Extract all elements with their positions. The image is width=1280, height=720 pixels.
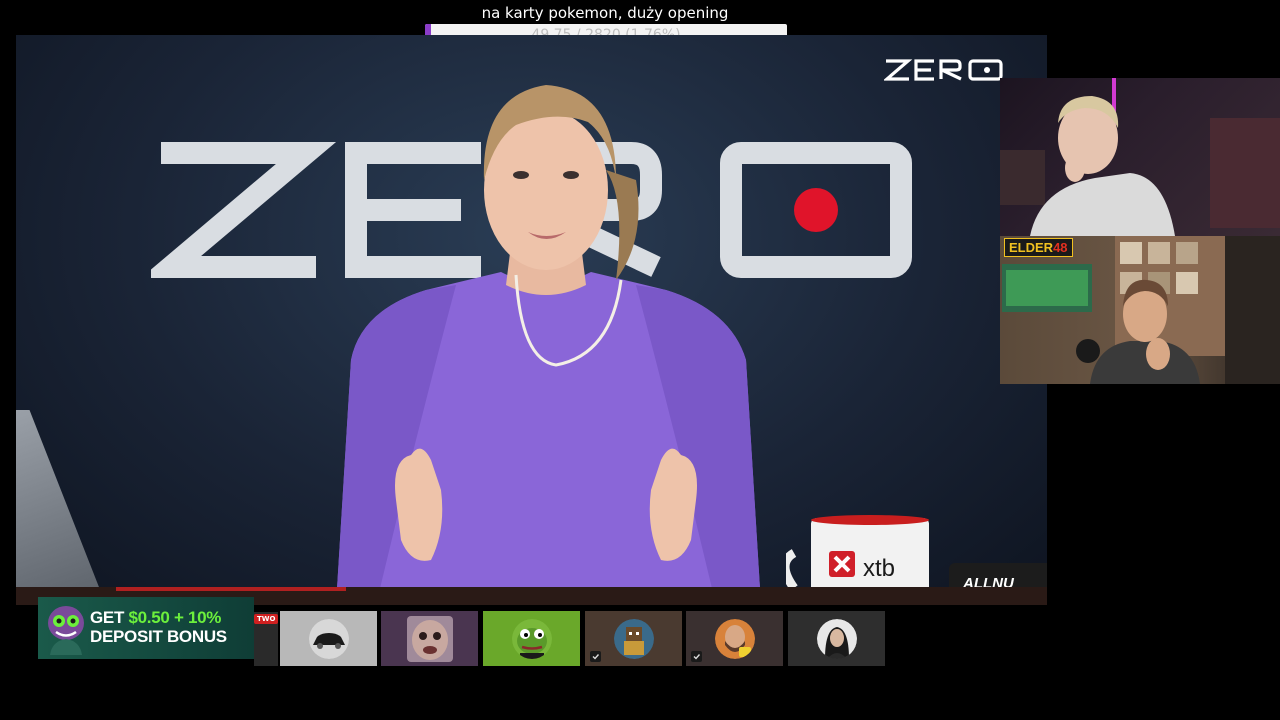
webcam-bottom[interactable]: ELDER48 <box>1000 236 1280 384</box>
promo-line-1-prefix: GET <box>90 608 129 627</box>
presenter <box>336 85 761 605</box>
bearded-man-icon <box>714 618 755 659</box>
woman-portrait-icon <box>816 618 857 659</box>
zero-channel-logo <box>884 59 1003 81</box>
promo-text: GET $0.50 + 10% DEPOSIT BONUS <box>90 608 227 646</box>
thumbnail-5[interactable] <box>686 611 783 666</box>
promo-amount: $0.50 + 10% <box>128 608 222 627</box>
promo-line-2: DEPOSIT BONUS <box>90 627 227 646</box>
goal-title: na karty pokemon, duży opening <box>481 4 729 22</box>
webcam-top[interactable] <box>1000 78 1280 236</box>
thumbnail-1[interactable] <box>280 611 377 666</box>
laptop <box>16 410 106 605</box>
mascot-icon <box>48 606 84 655</box>
elder-badge-number: 48 <box>1053 240 1068 255</box>
record-dot-icon <box>794 188 838 232</box>
pepe-frog-icon <box>511 618 552 659</box>
streamer-1 <box>1000 78 1280 236</box>
main-video[interactable]: xtb ALLNU <box>16 35 1047 605</box>
thumbnail-3[interactable] <box>483 611 580 666</box>
pixel-character-icon <box>613 618 654 659</box>
thumbnail-6[interactable] <box>788 611 885 666</box>
promo-banner[interactable]: GET $0.50 + 10% DEPOSIT BONUS <box>38 597 254 659</box>
thumbnail-4[interactable] <box>585 611 682 666</box>
desk-edge <box>116 587 346 591</box>
thumbnail-2[interactable] <box>381 611 478 666</box>
verified-badge-icon <box>590 651 601 662</box>
verified-badge-icon <box>691 651 702 662</box>
gremlin-face-icon <box>406 615 453 662</box>
elder-badge-word: ELDER <box>1009 240 1054 255</box>
elder-badge: ELDER48 <box>1004 238 1073 257</box>
mug-label: xtb <box>863 555 896 582</box>
streamer-2 <box>1002 236 1280 384</box>
promo-line-1: GET $0.50 + 10% <box>90 608 227 627</box>
promo-tag: TWO <box>254 614 279 624</box>
car-icon <box>308 618 349 659</box>
